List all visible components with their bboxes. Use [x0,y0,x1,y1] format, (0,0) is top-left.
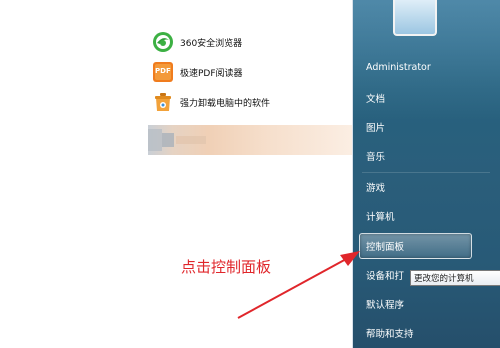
pdf-icon-text: PDF [155,67,171,75]
360-browser-icon [152,31,174,53]
menu-item-help-support[interactable]: 帮助和支持 [366,326,414,340]
program-list-panel: 360安全浏览器 PDF 极速PDF阅读器 强力卸载电脑中的软件 [148,0,353,348]
menu-item-control-panel[interactable]: 控制面板 [366,239,404,253]
menu-item-default-programs[interactable]: 默认程序 [366,297,404,311]
menu-item-documents[interactable]: 文档 [366,91,385,105]
tooltip: 更改您的计算机 [410,270,500,286]
redaction-block [148,129,162,151]
redacted-program-item[interactable] [148,125,352,155]
program-item-uninstaller[interactable]: 强力卸载电脑中的软件 [148,88,352,116]
program-label: 强力卸载电脑中的软件 [180,98,271,109]
start-menu-screenshot: 360安全浏览器 PDF 极速PDF阅读器 强力卸载电脑中的软件 Adminis… [0,0,500,348]
program-label: 极速PDF阅读器 [180,68,243,79]
menu-item-music[interactable]: 音乐 [366,149,385,163]
menu-item-games[interactable]: 游戏 [366,180,385,194]
menu-item-devices-printers[interactable]: 设备和打 [366,268,404,282]
menu-divider [362,172,490,173]
pdf-reader-icon: PDF [152,61,174,83]
program-item-pdf-reader[interactable]: PDF 极速PDF阅读器 [148,58,352,86]
redaction-block [162,133,174,147]
start-menu-right-panel [353,0,500,348]
menu-item-pictures[interactable]: 图片 [366,120,385,134]
uninstaller-icon [152,91,174,113]
user-picture-tile[interactable] [393,0,437,36]
redaction-block [176,136,206,144]
menu-item-computer[interactable]: 计算机 [366,209,395,223]
instruction-annotation: 点击控制面板 [181,258,272,276]
username-label[interactable]: Administrator [366,62,431,73]
program-item-360-browser[interactable]: 360安全浏览器 [148,28,352,56]
program-label: 360安全浏览器 [180,38,243,49]
